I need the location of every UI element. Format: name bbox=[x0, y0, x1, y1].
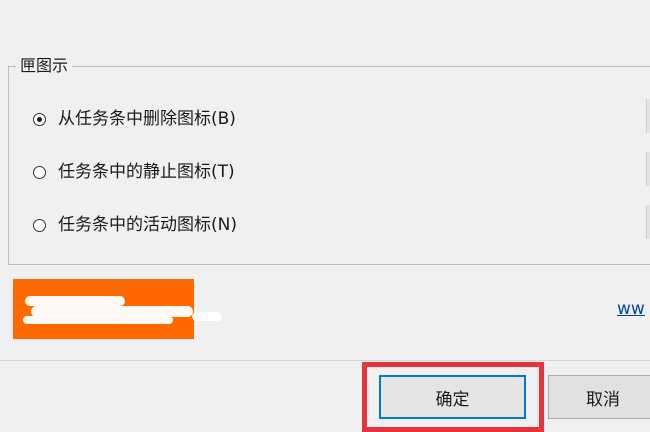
radio-active-icon[interactable]: 任务条中的活动图标(N) bbox=[33, 212, 237, 238]
radio-button-icon[interactable] bbox=[33, 218, 46, 232]
radio-label: 任务条中的静止图标(T) bbox=[58, 162, 235, 182]
radio-label: 从任务条中删除图标(B) bbox=[58, 109, 236, 129]
side-control-edge bbox=[646, 152, 650, 186]
radio-remove-icon[interactable]: 从任务条中删除图标(B) bbox=[33, 106, 236, 132]
radio-button-checked-icon[interactable] bbox=[33, 112, 46, 126]
footer-divider bbox=[0, 360, 650, 361]
side-control-edge bbox=[646, 99, 650, 133]
logo-smear-overflow bbox=[192, 312, 222, 321]
radio-static-icon[interactable]: 任务条中的静止图标(T) bbox=[33, 159, 235, 185]
ok-button[interactable]: 确定 bbox=[379, 375, 526, 419]
cancel-button[interactable]: 取消 bbox=[548, 375, 650, 419]
side-control-edge bbox=[646, 205, 650, 239]
website-link[interactable]: ww bbox=[617, 299, 645, 319]
radio-button-icon[interactable] bbox=[33, 165, 46, 179]
radio-label: 任务条中的活动图标(N) bbox=[58, 215, 237, 235]
group-title: 匣图示 bbox=[16, 56, 73, 76]
brand-logo-obscured bbox=[13, 279, 194, 339]
